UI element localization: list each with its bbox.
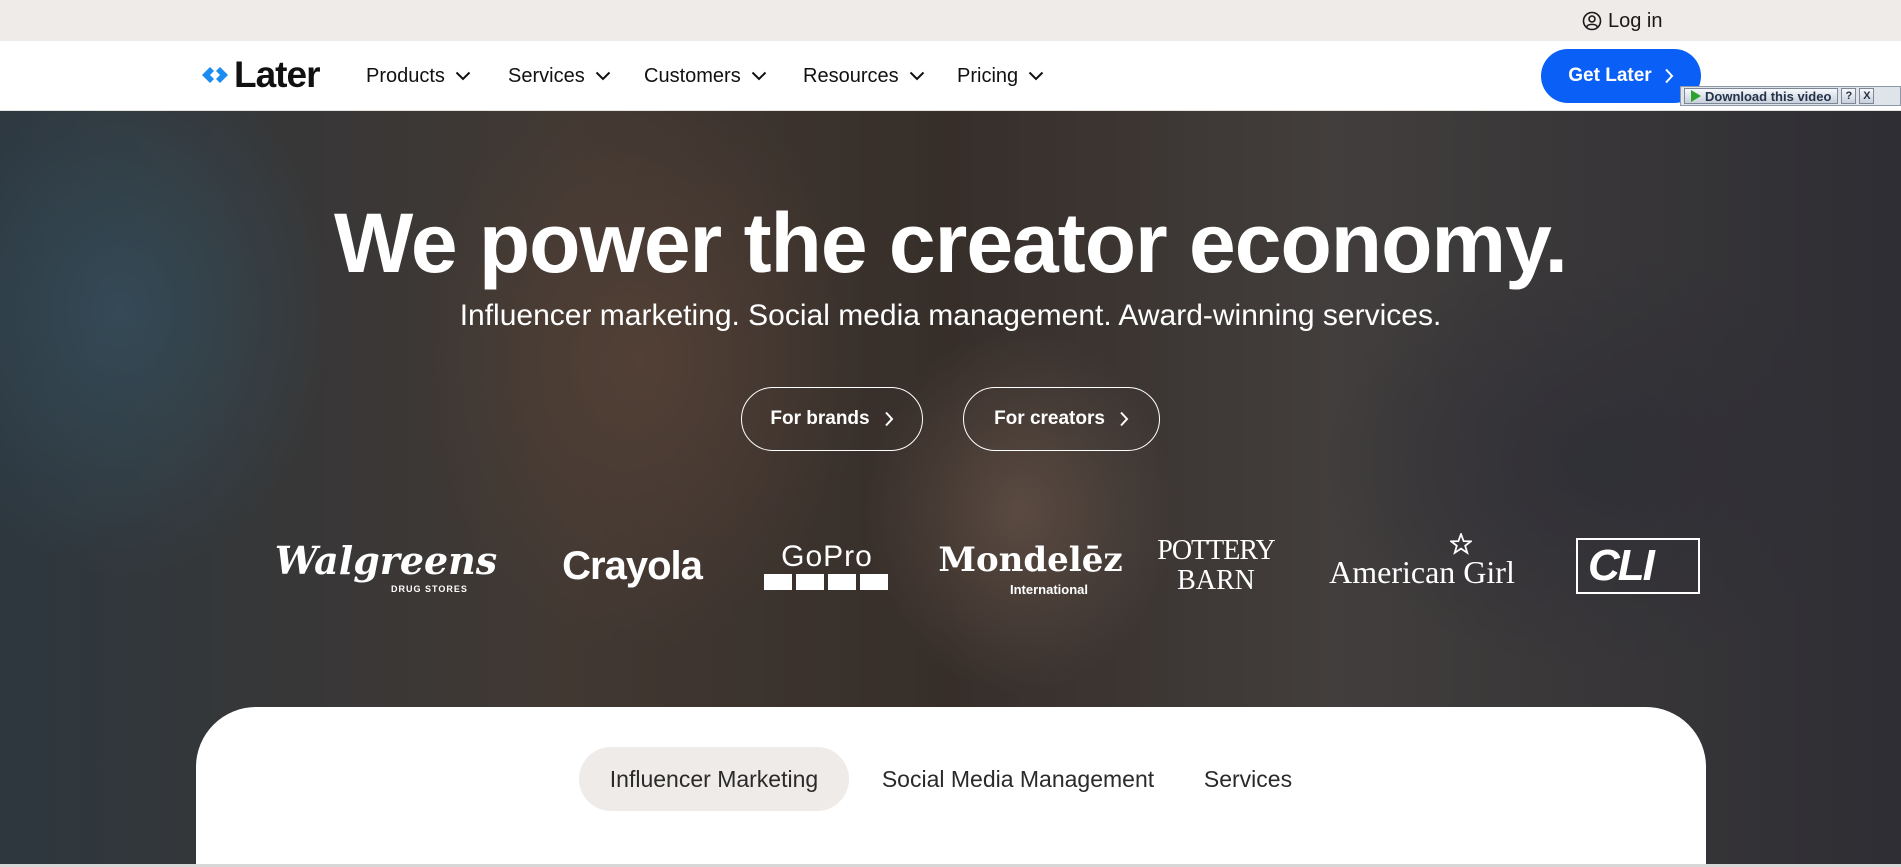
nav-pricing-label: Pricing <box>957 64 1019 87</box>
nav-pricing[interactable]: Pricing <box>957 63 1044 89</box>
download-video-button[interactable]: Download this video <box>1684 88 1839 104</box>
gopro-logo: GoPro <box>764 521 890 611</box>
walgreens-logo: Walgreens DRUG STORES <box>274 521 498 611</box>
login-label: Log in <box>1608 9 1663 32</box>
hero-title: We power the creator economy. <box>334 196 1568 290</box>
mondelez-sub: International <box>1010 582 1089 597</box>
walgreens-name: Walgreens <box>274 537 498 583</box>
mondelez-logo: Mondelēz International <box>938 521 1122 611</box>
american-girl-name: American Girl <box>1329 553 1515 590</box>
nav-customers[interactable]: Customers <box>644 63 767 89</box>
walgreens-sub: DRUG STORES <box>391 584 468 594</box>
clif-logo: CLI <box>1576 521 1700 611</box>
gopro-bars-graphic <box>764 574 888 590</box>
get-later-button[interactable]: Get Later <box>1541 49 1701 103</box>
nav-products-label: Products <box>366 64 445 87</box>
tab-services[interactable]: Services <box>1188 747 1308 811</box>
hero-subtitle: Influencer marketing. Social media manag… <box>459 299 1442 332</box>
mondelez-name: Mondelēz <box>938 540 1123 580</box>
tab-influencer-marketing[interactable]: Influencer Marketing <box>579 747 849 811</box>
later-logo-icon <box>202 67 228 83</box>
gopro-name: GoPro <box>781 540 873 573</box>
for-creators-button[interactable]: For creators <box>963 387 1160 451</box>
tab-social-media-management-label: Social Media Management <box>881 765 1155 792</box>
nav-customers-label: Customers <box>644 64 741 87</box>
help-label: ? <box>1845 90 1853 102</box>
close-button[interactable]: X <box>1859 88 1875 104</box>
user-circle-icon <box>1582 11 1602 31</box>
tab-services-label: Services <box>1203 765 1293 792</box>
chevron-down-icon <box>909 71 924 81</box>
chevron-right-icon <box>884 411 893 427</box>
star-icon <box>1450 533 1472 555</box>
get-later-label: Get Later <box>1568 65 1652 86</box>
product-tabs-card: Influencer Marketing Social Media Manage… <box>196 707 1706 867</box>
clif-name: CLI <box>1576 538 1700 594</box>
logo-text: Later <box>234 54 320 95</box>
chevron-down-icon <box>1028 71 1044 81</box>
nav-products[interactable]: Products <box>366 63 471 89</box>
crayola-name: Crayola <box>562 543 703 588</box>
download-video-label: Download this video <box>1705 88 1832 104</box>
tab-social-media-management[interactable]: Social Media Management <box>868 747 1168 811</box>
utility-bar: Log in <box>0 0 1901 41</box>
nav-resources[interactable]: Resources <box>803 63 925 89</box>
chevron-down-icon <box>751 71 766 81</box>
nav-services-label: Services <box>508 64 585 87</box>
download-video-widget: Download this video ? X <box>1680 86 1901 106</box>
later-logo[interactable]: Later <box>200 54 320 95</box>
for-brands-button[interactable]: For brands <box>741 387 923 451</box>
close-icon: X <box>1863 90 1871 102</box>
chevron-down-icon <box>455 71 471 81</box>
brand-logo-strip: Walgreens DRUG STORES Crayola GoPro Mond… <box>200 521 1700 611</box>
crayola-logo: Crayola <box>552 521 712 611</box>
chevron-right-icon <box>1120 411 1129 427</box>
pottery-barn-logo: POTTERY BARN <box>1157 521 1275 611</box>
login-link[interactable]: Log in <box>1582 10 1663 32</box>
nav-services[interactable]: Services <box>508 63 611 89</box>
chevron-down-icon <box>595 71 610 81</box>
tab-influencer-marketing-label: Influencer Marketing <box>609 765 819 792</box>
chevron-right-icon <box>1664 68 1674 84</box>
american-girl-logo: American Girl <box>1324 521 1520 611</box>
for-creators-label: For creators <box>994 408 1105 429</box>
help-button[interactable]: ? <box>1841 88 1857 104</box>
main-nav: Later Products Services Customers Resour… <box>0 41 1901 111</box>
nav-resources-label: Resources <box>803 64 899 87</box>
barn-name: BARN <box>1177 565 1255 596</box>
for-brands-label: For brands <box>770 408 870 429</box>
play-icon <box>1691 90 1701 102</box>
pottery-name: POTTERY <box>1157 535 1275 566</box>
